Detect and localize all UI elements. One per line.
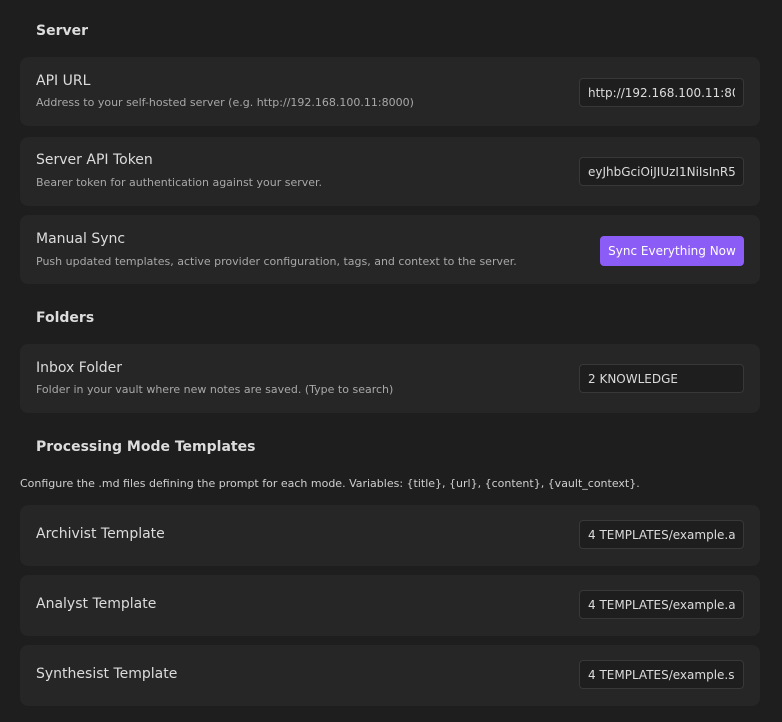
setting-manual-sync: Manual Sync Push updated templates, acti… [20,215,760,284]
inbox-folder-input[interactable] [579,364,744,393]
section-heading-templates: Processing Mode Templates [36,439,256,455]
setting-inbox-folder: Inbox Folder Folder in your vault where … [20,344,760,413]
api-url-input[interactable] [579,78,744,107]
setting-title: Analyst Template [36,596,157,612]
templates-description: Configure the .md files defining the pro… [20,477,640,490]
setting-api-token: Server API Token Bearer token for authen… [20,137,760,206]
section-heading-folders: Folders [36,310,95,326]
archivist-template-input[interactable] [579,520,744,549]
setting-title: API URL [36,73,91,89]
api-token-input[interactable] [579,157,744,186]
setting-description: Address to your self-hosted server (e.g.… [36,96,414,109]
setting-title: Inbox Folder [36,360,123,376]
setting-description: Push updated templates, active provider … [36,255,517,268]
analyst-template-input[interactable] [579,590,744,619]
setting-title: Synthesist Template [36,666,178,682]
setting-title: Manual Sync [36,231,126,247]
setting-title: Server API Token [36,152,153,168]
setting-analyst-template: Analyst Template [20,575,760,636]
sync-everything-button[interactable]: Sync Everything Now [600,236,744,266]
setting-synthesist-template: Synthesist Template [20,645,760,706]
setting-description: Folder in your vault where new notes are… [36,383,394,396]
setting-description: Bearer token for authentication against … [36,176,323,189]
setting-archivist-template: Archivist Template [20,505,760,566]
synthesist-template-input[interactable] [579,660,744,689]
setting-api-url: API URL Address to your self-hosted serv… [20,57,760,126]
setting-title: Archivist Template [36,526,165,542]
section-heading-server: Server [36,23,89,39]
